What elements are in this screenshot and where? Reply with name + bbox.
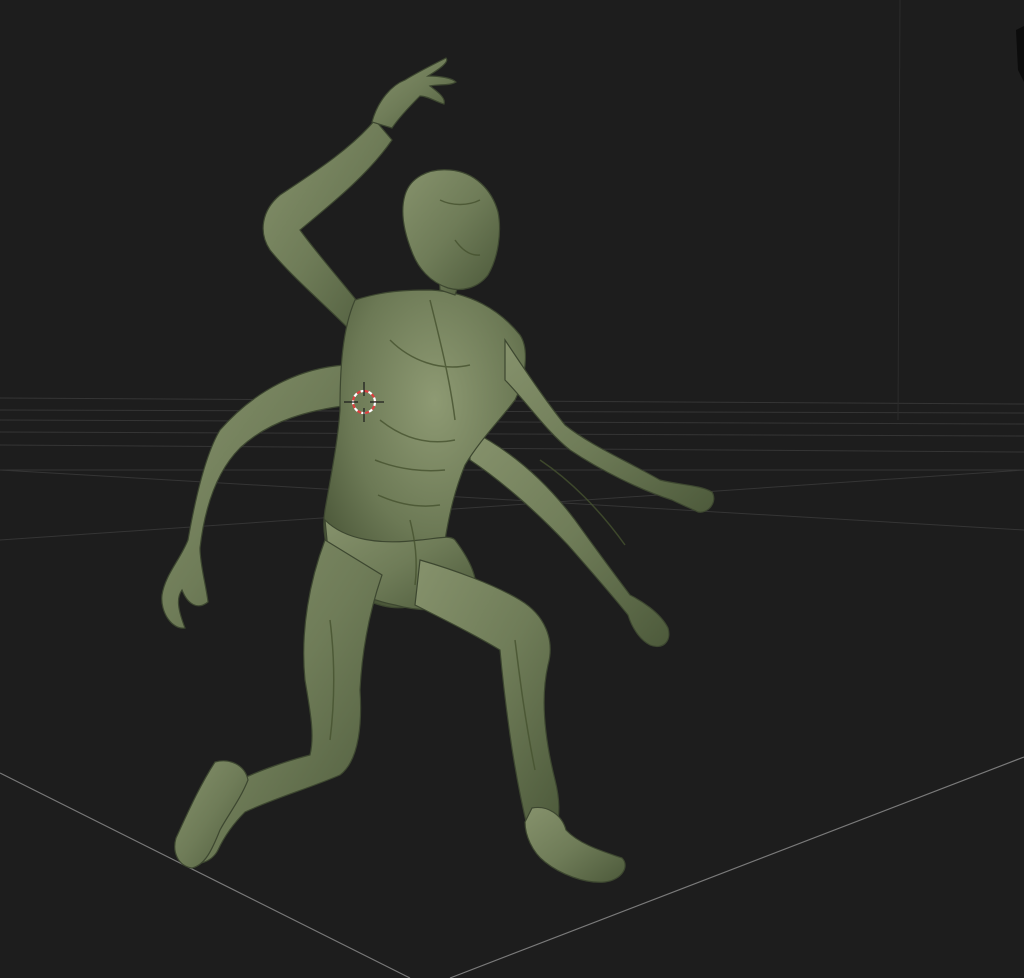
3d-viewport[interactable] bbox=[0, 0, 1024, 978]
model-right-foot bbox=[524, 806, 626, 883]
corner-gizmo-icon[interactable] bbox=[1016, 26, 1024, 82]
model-head bbox=[402, 169, 501, 291]
viewport-canvas[interactable] bbox=[0, 0, 1024, 978]
model-raised-hand bbox=[371, 57, 457, 129]
model-right-leg bbox=[414, 559, 560, 831]
floor-plane-edges bbox=[0, 756, 1024, 978]
